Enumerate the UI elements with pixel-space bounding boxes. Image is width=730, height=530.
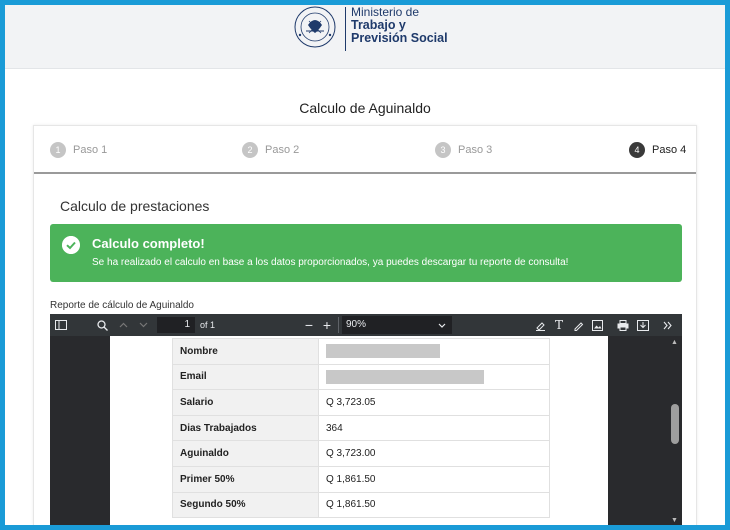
page-number-input[interactable]: 1 <box>157 317 195 333</box>
row-key: Aguinaldo <box>172 440 319 467</box>
scroll-down-icon[interactable]: ▼ <box>671 517 678 524</box>
toolbar-divider <box>338 317 339 333</box>
stepper: 1 Paso 1 2 Paso 2 3 Paso 3 4 Paso 4 <box>34 126 696 174</box>
chevron-up-icon[interactable] <box>116 317 130 333</box>
row-value-redacted <box>318 338 550 365</box>
step-number: 4 <box>629 142 645 158</box>
row-key: Segundo 50% <box>172 491 319 519</box>
row-key: Salario <box>172 389 319 416</box>
table-row: Segundo 50% Q 1,861.50 <box>172 491 550 519</box>
chevron-down-icon[interactable] <box>136 317 150 333</box>
row-value: Q 1,861.50 <box>318 491 550 519</box>
step-2[interactable]: 2 Paso 2 <box>242 142 299 158</box>
table-row: Nombre <box>172 338 550 365</box>
row-key: Nombre <box>172 338 319 365</box>
table-row: Dias Trabajados 364 <box>172 414 550 442</box>
section-title: Calculo de prestaciones <box>60 198 210 214</box>
report-label: Reporte de cálculo de Aguinaldo <box>50 300 194 311</box>
pdf-scrollbar[interactable]: ▲ ▼ <box>668 336 682 525</box>
text-tool-icon[interactable]: T <box>552 317 566 333</box>
step-label: Paso 1 <box>73 144 108 156</box>
image-tool-icon[interactable] <box>590 317 604 333</box>
logo-divider <box>345 7 346 51</box>
alert-title: Calculo completo! <box>92 236 205 251</box>
zoom-in-icon[interactable]: + <box>320 317 334 333</box>
page-title: Calculo de Aguinaldo <box>299 100 431 116</box>
step-number: 2 <box>242 142 258 158</box>
row-value: Q 3,723.00 <box>318 440 550 467</box>
success-alert: Calculo completo! Se ha realizado el cal… <box>50 224 682 282</box>
zoom-select[interactable]: 90% <box>342 316 452 334</box>
alert-message: Se ha realizado el calculo en base a los… <box>92 257 569 268</box>
draw-icon[interactable] <box>571 317 585 333</box>
step-1[interactable]: 1 Paso 1 <box>50 142 107 158</box>
zoom-out-icon[interactable]: − <box>302 317 316 333</box>
step-label: Paso 3 <box>458 144 493 156</box>
row-value: 364 <box>318 414 550 442</box>
print-icon[interactable] <box>616 317 630 333</box>
step-label: Paso 2 <box>265 144 300 156</box>
step-number: 3 <box>435 142 451 158</box>
table-row: Salario Q 3,723.05 <box>172 389 550 416</box>
row-key: Dias Trabajados <box>172 414 319 442</box>
site-header: Ministerio de Trabajo y Previsión Social <box>5 5 725 69</box>
table-row: Email <box>172 363 550 391</box>
ministry-logo-text: Ministerio de Trabajo y Previsión Social <box>351 6 448 45</box>
browser-frame: Ministerio de Trabajo y Previsión Social… <box>5 5 725 525</box>
highlight-icon[interactable] <box>533 317 547 333</box>
pdf-viewer: 1 of 1 − + 90% T Nombre Email Salario Q … <box>50 314 682 525</box>
scroll-thumb[interactable] <box>671 404 679 444</box>
report-table: Nombre Email Salario Q 3,723.05 Dias Tra… <box>172 338 550 519</box>
more-actions-icon[interactable] <box>661 317 675 333</box>
sidebar-toggle-icon[interactable] <box>53 317 69 333</box>
zoom-value: 90% <box>346 319 367 330</box>
step-3[interactable]: 3 Paso 3 <box>435 142 492 158</box>
search-icon[interactable] <box>94 317 110 333</box>
table-row: Aguinaldo Q 3,723.00 <box>172 440 550 467</box>
step-number: 1 <box>50 142 66 158</box>
row-key: Email <box>172 363 319 391</box>
redacted-block <box>326 344 440 359</box>
page-count: of 1 <box>200 320 216 330</box>
scroll-up-icon[interactable]: ▲ <box>671 339 678 346</box>
pdf-toolbar: 1 of 1 − + 90% T <box>50 314 682 336</box>
row-key: Primer 50% <box>172 465 319 493</box>
redacted-block <box>326 369 484 384</box>
table-row: Primer 50% Q 1,861.50 <box>172 465 550 493</box>
wizard-card: 1 Paso 1 2 Paso 2 3 Paso 3 4 Paso 4 Calc… <box>33 125 697 525</box>
check-circle-icon <box>62 236 80 254</box>
chevron-down-icon <box>438 316 446 334</box>
row-value: Q 3,723.05 <box>318 389 550 416</box>
download-icon[interactable] <box>636 317 650 333</box>
logo-line-3: Previsión Social <box>351 31 448 45</box>
row-value: Q 1,861.50 <box>318 465 550 493</box>
row-value-redacted <box>318 363 550 391</box>
step-4[interactable]: 4 Paso 4 <box>629 142 686 158</box>
pdf-page: Nombre Email Salario Q 3,723.05 Dias Tra… <box>110 336 608 525</box>
step-label: Paso 4 <box>652 144 687 156</box>
guatemala-seal-icon <box>294 6 336 48</box>
